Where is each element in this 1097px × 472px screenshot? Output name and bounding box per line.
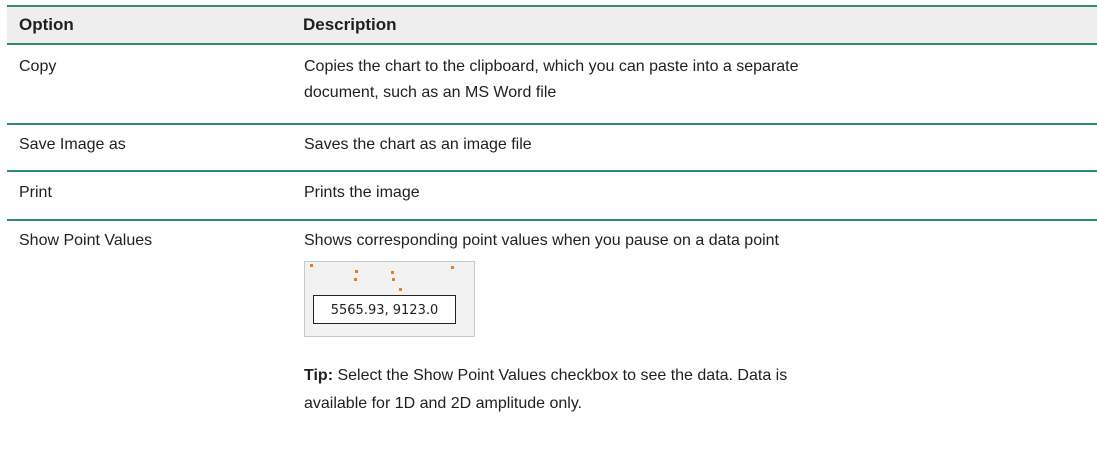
options-table: Option Description Copy Copies the chart… [7, 5, 1097, 419]
option-save-image: Save Image as [19, 136, 126, 153]
option-copy: Copy [19, 58, 57, 75]
description-copy-line2: document, such as an MS Word file [304, 84, 557, 101]
table-row-copy: Copy Copies the chart to the clipboard, … [7, 44, 1097, 124]
data-point [354, 278, 357, 281]
data-point [451, 266, 454, 269]
tip-note: Tip: Select the Show Point Values checkb… [304, 362, 1077, 418]
description-copy: Copies the chart to the clipboard, which… [303, 44, 1097, 124]
point-values-screenshot: 5565.93, 9123.0 [304, 261, 475, 337]
tip-text-line2: available for 1D and 2D amplitude only. [304, 395, 583, 412]
point-value-tooltip: 5565.93, 9123.0 [313, 295, 456, 324]
data-point [310, 264, 313, 267]
description-save-image: Saves the chart as an image file [304, 136, 532, 153]
tip-text-line1: Select the Show Point Values checkbox to… [333, 367, 788, 384]
data-point [392, 278, 395, 281]
description-show-point-values: Shows corresponding point values when yo… [303, 220, 1097, 419]
table-row-print: Print Prints the image [7, 171, 1097, 220]
tip-label: Tip: [304, 367, 334, 384]
data-point [399, 288, 402, 291]
header-description: Description [303, 6, 1097, 44]
table-header-row: Option Description [7, 6, 1097, 44]
table-row-show-point-values: Show Point Values Shows corresponding po… [7, 220, 1097, 419]
option-show-point-values: Show Point Values [19, 232, 153, 249]
description-show-point-values-text: Shows corresponding point values when yo… [304, 232, 779, 249]
option-print: Print [19, 184, 52, 201]
table-row-save-image: Save Image as Saves the chart as an imag… [7, 124, 1097, 171]
description-copy-line1: Copies the chart to the clipboard, which… [304, 58, 799, 75]
data-point [391, 271, 394, 274]
data-point [355, 270, 358, 273]
header-option: Option [7, 6, 303, 44]
description-print: Prints the image [304, 184, 420, 201]
